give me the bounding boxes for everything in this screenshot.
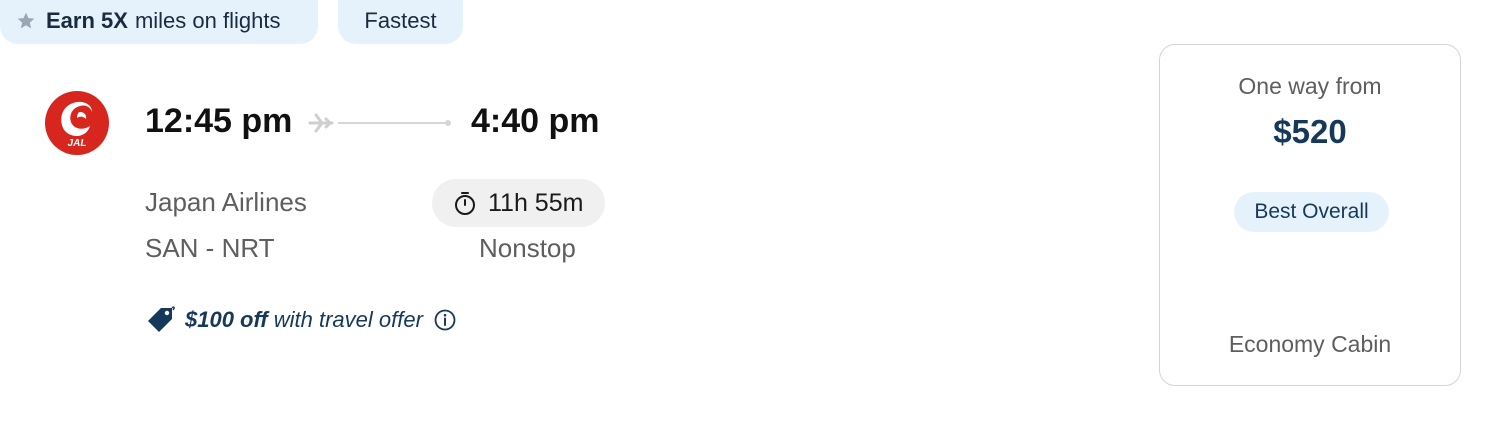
miles-tag-bold: Earn 5X [46, 8, 128, 33]
best-overall-badge: Best Overall [1234, 192, 1389, 232]
price-label: One way from [1238, 73, 1382, 99]
travel-offer[interactable]: $100 off with travel offer [145, 305, 457, 335]
offer-text: with travel offer [273, 307, 423, 332]
cabin-class: Economy Cabin [1228, 331, 1392, 357]
stopwatch-icon [455, 192, 475, 215]
price-tag-icon [148, 306, 175, 332]
duration-badge: 11h 55m [432, 179, 605, 227]
star-icon [17, 12, 35, 29]
miles-tag: Earn 5X miles on flights [0, 0, 318, 44]
price-value: $520 [1273, 113, 1347, 150]
airline-logo: JAL [45, 91, 109, 155]
offer-amount: $100 off [185, 307, 268, 332]
route-codes: SAN - NRT [145, 233, 275, 263]
fastest-tag: Fastest [338, 0, 463, 44]
flight-route-line [308, 113, 451, 133]
miles-tag-text: miles on flights [134, 8, 281, 33]
stops-label: Nonstop [479, 233, 576, 263]
airline-name: Japan Airlines [145, 187, 307, 217]
info-icon[interactable] [433, 308, 457, 332]
arrival-time: 4:40 pm [471, 102, 600, 140]
departure-time: 12:45 pm [145, 102, 293, 140]
airplane-icon [308, 113, 334, 133]
price-card[interactable]: One way from $520 Best Overall Economy C… [1159, 44, 1461, 386]
airline-logo-text: JAL [68, 138, 87, 149]
duration-text: 11h 55m [488, 188, 584, 217]
